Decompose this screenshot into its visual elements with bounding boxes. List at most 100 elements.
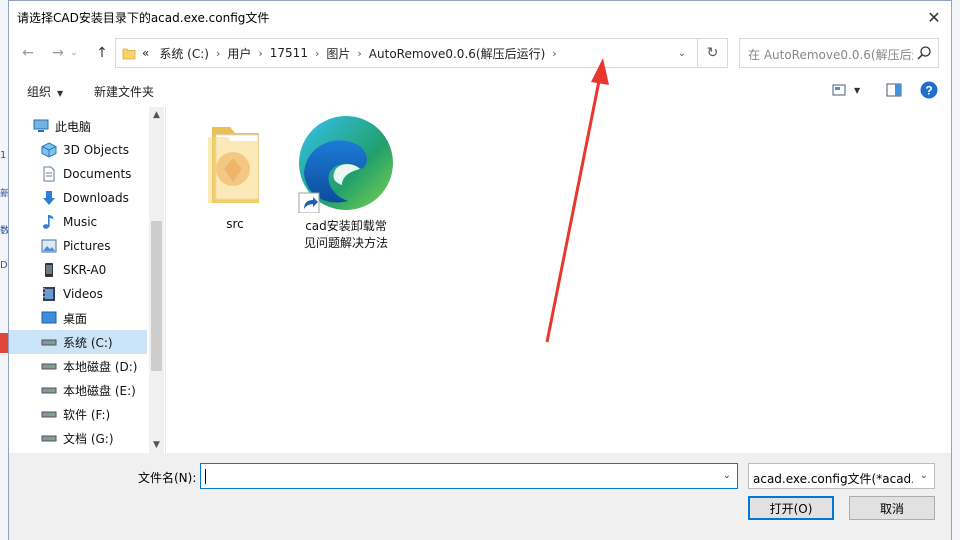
drive-icon [41, 339, 57, 346]
sidebar-item-music[interactable]: Music [9, 210, 147, 234]
phone-icon [45, 263, 53, 277]
sidebar-item-label: Pictures [63, 239, 111, 253]
sidebar-item-skr-a0[interactable]: SKR-A0 [9, 258, 147, 282]
breadcrumb-prefix[interactable]: « [142, 46, 149, 60]
view-options-button[interactable]: ▼ [832, 81, 860, 99]
organize-menu[interactable]: 组织 ▼ [27, 83, 63, 100]
sidebar-item-label: 本地磁盘 (D:) [63, 359, 138, 374]
drive-icon [41, 387, 57, 394]
filename-input[interactable]: ⌄ [200, 463, 738, 489]
chevron-down-icon[interactable]: ⌄ [723, 470, 731, 481]
sidebar-item-drive-g[interactable]: 文档 (G:) [9, 426, 147, 450]
view-icon [832, 84, 846, 96]
sidebar-item-drive-d[interactable]: 本地磁盘 (D:) [9, 354, 147, 378]
sidebar-item-documents[interactable]: Documents [9, 162, 147, 186]
back-button[interactable]: ← [17, 43, 39, 63]
close-button[interactable]: ✕ [917, 1, 951, 33]
file-open-dialog: 请选择CAD安装目录下的acad.exe.config文件 ✕ ← → ⌄ ↑ … [8, 0, 952, 540]
scroll-down-icon[interactable]: ▼ [149, 437, 164, 453]
breadcrumb-item[interactable]: AutoRemove0.0.6(解压后运行) [369, 45, 545, 62]
dialog-title: 请选择CAD安装目录下的acad.exe.config文件 [17, 11, 270, 25]
breadcrumb-separator[interactable]: › [357, 47, 361, 60]
drive-icon [41, 435, 57, 442]
sidebar-item-label: Documents [63, 167, 132, 181]
address-bar[interactable]: « 系统 (C:) › 用户 › 17511 › 图片 › AutoRemove… [115, 38, 698, 68]
command-bar: 组织 ▼ 新建文件夹 ▼ ? [9, 75, 951, 105]
navigation-pane: 此电脑 3D Objects Documents Downloads Music… [9, 107, 163, 453]
sidebar-item-label: 3D Objects [63, 143, 130, 157]
breadcrumb-separator[interactable]: › [258, 47, 262, 60]
sidebar-item-this-pc[interactable]: 此电脑 [9, 114, 147, 138]
sidebar-item-label: 系统 (C:) [63, 335, 113, 350]
search-box[interactable]: 在 AutoRemove0.0.6(解压后运行) 中搜索 [739, 38, 939, 68]
sidebar-item-drive-c[interactable]: 系统 (C:) [9, 330, 147, 354]
cube-icon [41, 142, 57, 158]
pc-icon [33, 119, 49, 132]
folder-icon [122, 48, 136, 60]
music-icon [43, 215, 54, 229]
sidebar-item-desktop[interactable]: 桌面 [9, 306, 147, 330]
file-item-src[interactable]: src [180, 121, 290, 233]
sidebar-item-pictures[interactable]: Pictures [9, 234, 147, 258]
sidebar-item-label: 桌面 [63, 311, 88, 326]
drive-icon [41, 363, 57, 370]
sidebar-item-drive-f[interactable]: 软件 (F:) [9, 402, 147, 426]
sidebar-item-label: 文档 (G:) [63, 431, 114, 446]
search-placeholder: 在 AutoRemove0.0.6(解压后运行) 中搜索 [748, 48, 913, 62]
breadcrumb-item[interactable]: 用户 [227, 45, 251, 62]
sidebar-item-videos[interactable]: Videos [9, 282, 147, 306]
navigation-scrollbar[interactable]: ▲ ▼ [149, 107, 164, 453]
dialog-footer: 文件名(N): ⌄ acad.exe.config文件(*acad.exe.co… [9, 453, 951, 540]
scroll-up-icon[interactable]: ▲ [149, 107, 164, 123]
sidebar-item-3d-objects[interactable]: 3D Objects [9, 138, 147, 162]
file-type-select[interactable]: acad.exe.config文件(*acad.exe.config) ⌄ [748, 463, 935, 489]
download-icon [43, 191, 55, 205]
breadcrumb-item[interactable]: 图片 [326, 45, 350, 62]
help-button[interactable]: ? [920, 81, 938, 99]
help-icon: ? [920, 81, 938, 99]
address-dropdown-icon[interactable]: ⌄ [667, 39, 697, 67]
new-folder-button[interactable]: 新建文件夹 [94, 83, 154, 100]
filename-label: 文件名(N): [138, 471, 197, 485]
file-type-value: acad.exe.config文件(*acad.exe.config) [753, 472, 913, 486]
forward-button[interactable]: → [47, 43, 69, 63]
caret-down-icon: ▼ [854, 85, 861, 95]
pictures-icon [41, 239, 57, 253]
preview-pane-button[interactable] [886, 81, 902, 99]
folder-icon [208, 127, 259, 203]
chevron-down-icon[interactable]: ⌄ [920, 470, 928, 481]
breadcrumb-separator[interactable]: › [315, 47, 319, 60]
breadcrumb-separator[interactable]: › [216, 47, 220, 60]
sidebar-item-label: Downloads [63, 191, 129, 205]
navigation-bar: ← → ⌄ ↑ « 系统 (C:) › 用户 › 17511 › 图片 › Au… [9, 35, 951, 71]
sidebar-item-label: 软件 (F:) [63, 407, 111, 422]
sidebar-item-downloads[interactable]: Downloads [9, 186, 147, 210]
file-item-cad-shortcut[interactable]: cad安装卸载常见问题解决方法 [291, 115, 401, 252]
edge-shortcut-icon [298, 116, 393, 214]
preview-pane-icon [886, 83, 902, 97]
organize-label: 组织 [27, 85, 52, 99]
title-bar: 请选择CAD安装目录下的acad.exe.config文件 ✕ [9, 1, 951, 33]
drive-icon [41, 411, 57, 418]
open-button[interactable]: 打开(O) [748, 496, 834, 520]
document-icon [43, 166, 55, 182]
sidebar-item-drive-e[interactable]: 本地磁盘 (E:) [9, 378, 147, 402]
scrollbar-thumb[interactable] [151, 221, 162, 371]
up-button[interactable]: ↑ [91, 43, 113, 63]
text-cursor [205, 469, 206, 484]
svg-text:?: ? [925, 84, 932, 98]
breadcrumb-item[interactable]: 系统 (C:) [159, 45, 209, 62]
file-list: src cad安装卸载常见问题解决方法 [165, 107, 951, 453]
sidebar-item-label: SKR-A0 [63, 263, 107, 277]
cancel-button[interactable]: 取消 [849, 496, 935, 520]
breadcrumb-item[interactable]: 17511 [270, 46, 308, 60]
search-icon[interactable] [916, 45, 932, 61]
breadcrumb-separator[interactable]: › [552, 47, 556, 60]
recent-locations-chevron-icon[interactable]: ⌄ [69, 43, 79, 63]
file-name: src [226, 217, 244, 231]
refresh-button[interactable]: ↻ [698, 38, 728, 68]
sidebar-item-label: Music [63, 215, 98, 229]
caret-down-icon: ▼ [57, 89, 64, 98]
breadcrumb: « 系统 (C:) › 用户 › 17511 › 图片 › AutoRemove… [142, 39, 564, 67]
sidebar-item-label: Videos [63, 287, 103, 301]
